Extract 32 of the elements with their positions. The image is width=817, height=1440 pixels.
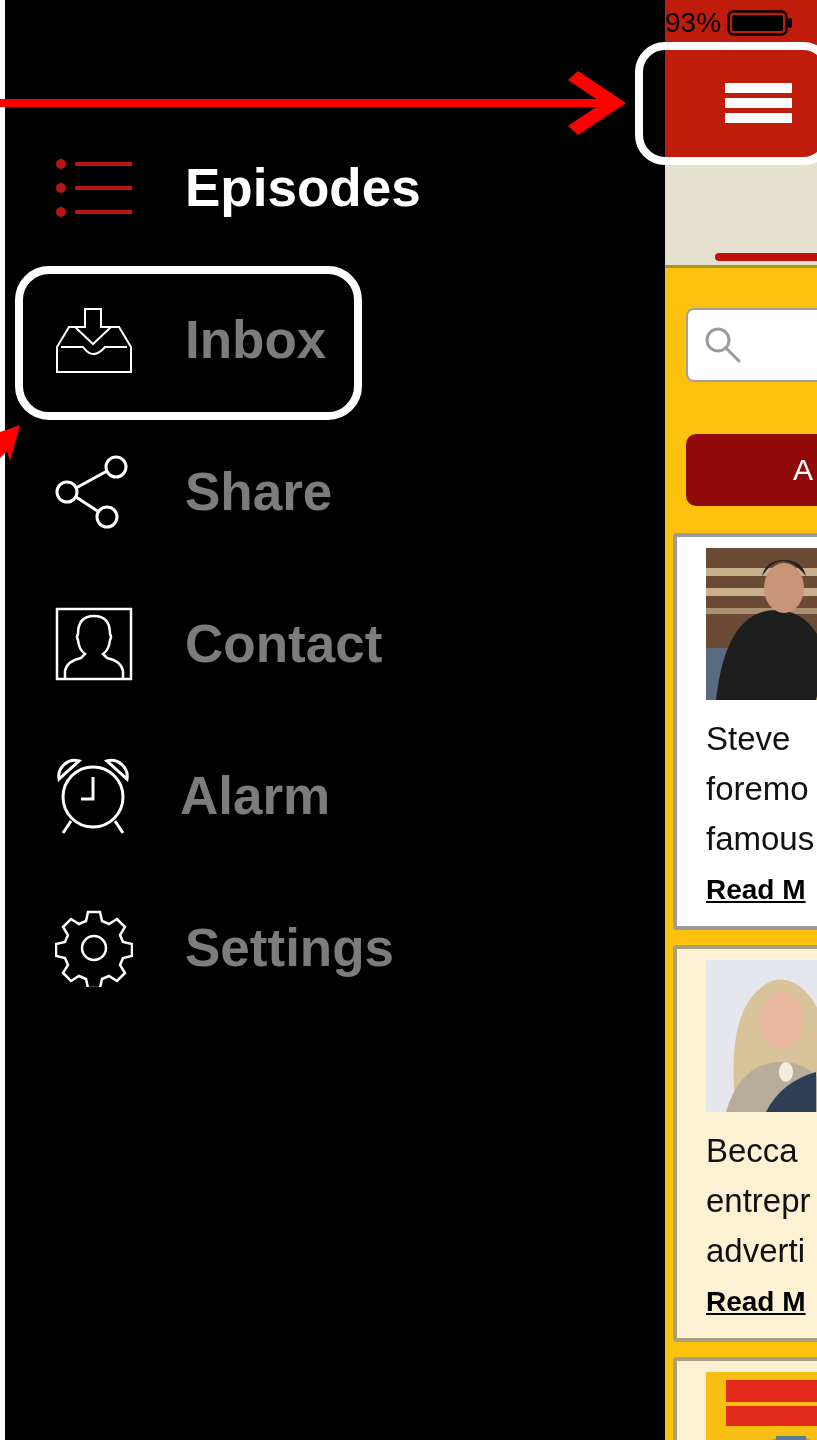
episode-text-line: famous	[706, 819, 816, 859]
menu-item[interactable]: Settings	[5, 872, 665, 1024]
annotation-arrow	[0, 425, 20, 461]
read-more-link[interactable]: Read M	[706, 874, 806, 906]
search-icon	[704, 326, 742, 364]
settings-icon	[55, 909, 133, 987]
episode-text-line: Becca	[706, 1131, 799, 1171]
menu-label: Alarm	[180, 765, 331, 827]
menu-label: Contact	[185, 613, 383, 675]
episode-text-line: adverti	[706, 1231, 807, 1271]
episode-text-line: Steve	[706, 719, 792, 759]
contact-icon	[55, 607, 133, 681]
inbox-icon	[55, 307, 133, 373]
menu-item[interactable]: Inbox	[5, 264, 665, 416]
menu-item[interactable]: Alarm	[5, 720, 665, 872]
menu-item[interactable]: Share	[5, 416, 665, 568]
episode-text-line: foremo	[706, 769, 810, 809]
share-icon	[55, 455, 129, 529]
menu-label: Episodes	[185, 157, 421, 219]
menu-label: Inbox	[185, 309, 327, 371]
menu-item[interactable]: Episodes	[5, 112, 665, 264]
battery-icon	[727, 10, 794, 36]
alarm-clock-icon	[55, 757, 131, 835]
read-more-link[interactable]: Read M	[706, 1286, 806, 1318]
menu-icon	[725, 83, 792, 124]
menu-label: Share	[185, 461, 333, 523]
filter-button[interactable]: A	[686, 434, 817, 506]
battery-percent: 93%	[665, 7, 722, 39]
episode-text-line: entrepr	[706, 1181, 812, 1221]
menu-item[interactable]: Contact	[5, 568, 665, 720]
menu-label: Settings	[185, 917, 395, 979]
list-icon	[55, 158, 133, 218]
